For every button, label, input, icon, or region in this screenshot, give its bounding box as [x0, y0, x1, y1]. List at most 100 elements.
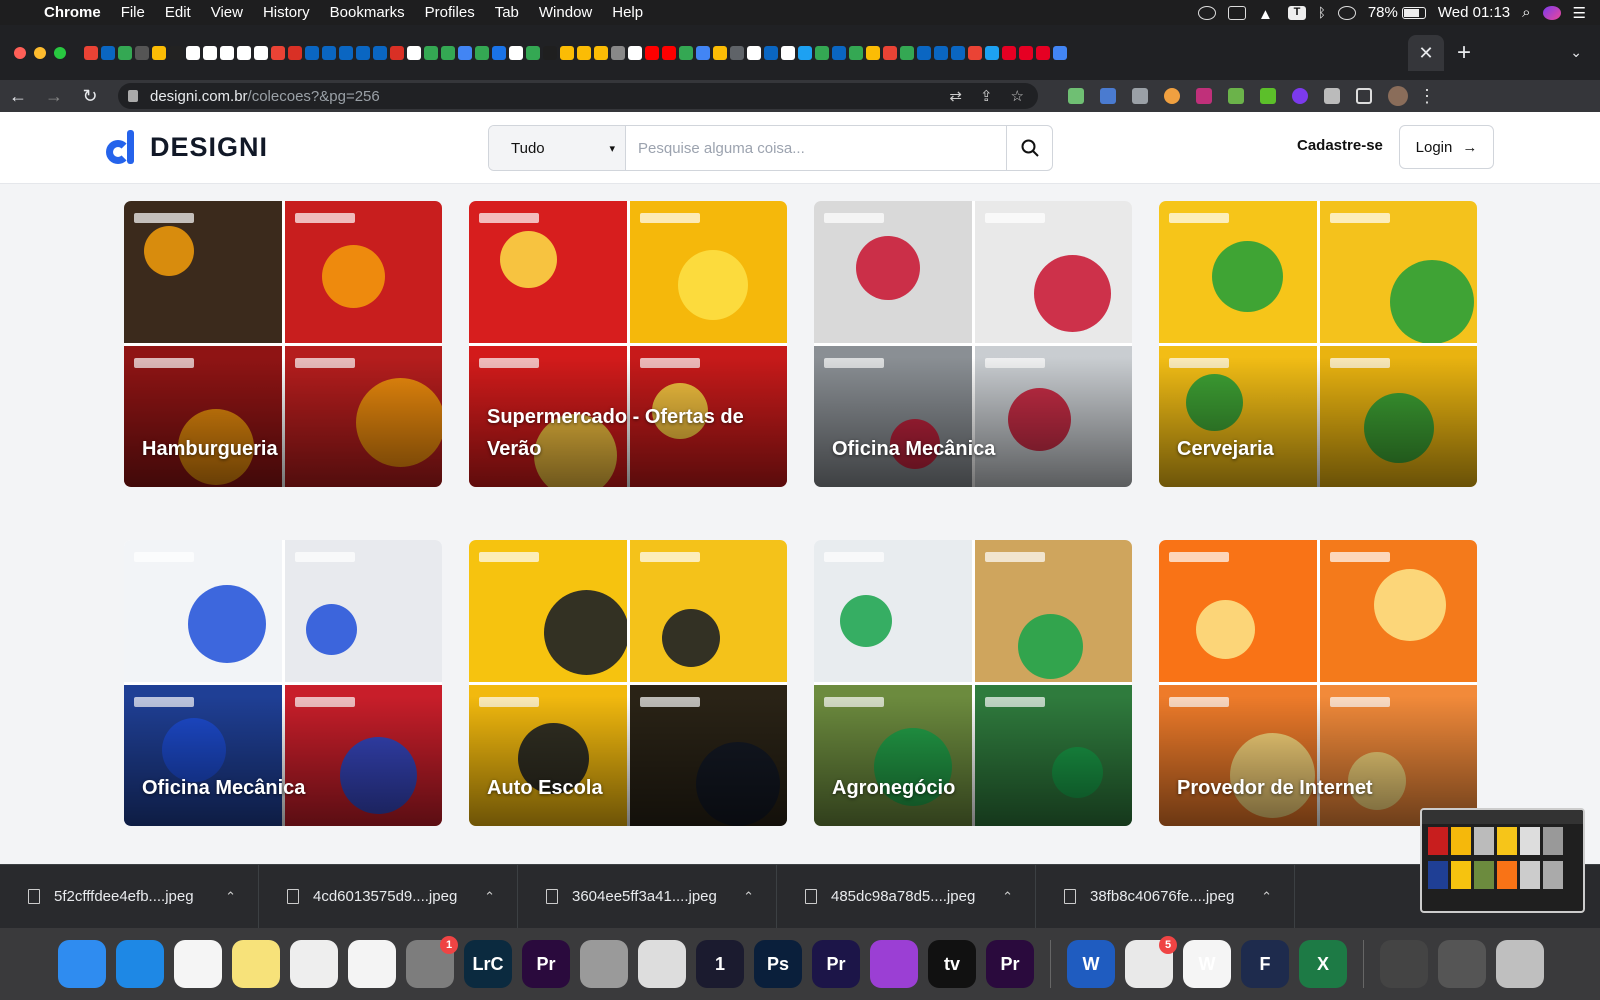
translate-icon[interactable]: ⇄	[949, 87, 962, 105]
dock-webex-icon[interactable]: W	[1183, 940, 1231, 988]
pinned-tab-favicon[interactable]	[271, 45, 285, 60]
spotlight-search-icon[interactable]: ⌕	[1522, 4, 1530, 21]
wifi-icon[interactable]	[1337, 5, 1356, 20]
extension-green-icon[interactable]	[1228, 88, 1244, 104]
pinned-tab-favicon[interactable]	[968, 45, 982, 60]
pinned-tab-favicon[interactable]	[628, 45, 642, 60]
tab-close-icon[interactable]: ✕	[1408, 34, 1444, 71]
search-category-select[interactable]: Tudo ▾	[489, 126, 626, 170]
pinned-tab-favicon[interactable]	[186, 45, 200, 60]
dock-photos-icon[interactable]	[348, 940, 396, 988]
signup-link[interactable]: Cadastre-se	[1297, 137, 1383, 154]
chevron-up-icon[interactable]: ⌃	[743, 889, 754, 905]
pinned-tab-favicon[interactable]	[1002, 45, 1016, 60]
siri-icon[interactable]	[1542, 5, 1561, 20]
pinned-tab-favicon[interactable]	[781, 45, 795, 60]
download-item[interactable]: 485dc98a78d5....jpeg ⌃	[777, 864, 1036, 929]
collection-card[interactable]: Oficina Mecânica	[814, 201, 1132, 487]
search-input[interactable]	[626, 126, 1006, 170]
pinned-tab-favicon[interactable]	[305, 45, 319, 60]
chrome-menu-icon[interactable]: ⋮	[1418, 86, 1450, 107]
tab-search-chevron-icon[interactable]: ⌄	[1570, 44, 1600, 61]
pinned-tab-favicon[interactable]	[934, 45, 948, 60]
dock-lightroom-classic-icon[interactable]: LrC	[464, 940, 512, 988]
menu-window[interactable]: Window	[529, 4, 602, 21]
dock-chrome-icon[interactable]	[174, 940, 222, 988]
pinned-tab-favicon[interactable]	[118, 45, 132, 60]
back-button[interactable]: ←	[0, 86, 36, 107]
dock-apple-tv-icon[interactable]: tv	[928, 940, 976, 988]
dock-photoshop-icon[interactable]: Ps	[754, 940, 802, 988]
chevron-up-icon[interactable]: ⌃	[484, 889, 495, 905]
designi-logo[interactable]: DESIGNI	[106, 130, 268, 164]
dock-trash-icon[interactable]	[1496, 940, 1544, 988]
extension-chart-icon[interactable]	[1100, 88, 1116, 104]
pinned-tab-favicon[interactable]	[730, 45, 744, 60]
pinned-tab-favicon[interactable]	[390, 45, 404, 60]
login-button[interactable]: Login →	[1399, 125, 1494, 169]
pinned-tab-favicon[interactable]	[84, 45, 98, 60]
extension-ring-icon[interactable]	[1292, 88, 1308, 104]
collection-card[interactable]: Oficina Mecânica	[124, 540, 442, 826]
menu-bookmarks[interactable]: Bookmarks	[320, 4, 415, 21]
chevron-up-icon[interactable]: ⌃	[1002, 889, 1013, 905]
dock-downloads-stack-icon[interactable]	[1438, 940, 1486, 988]
pinned-tab-favicon[interactable]	[492, 45, 506, 60]
extension-k-icon[interactable]	[1196, 88, 1212, 104]
forward-button[interactable]: →	[36, 86, 72, 107]
pinned-tab-favicon[interactable]	[594, 45, 608, 60]
extension-download-icon[interactable]	[1260, 88, 1276, 104]
chevron-up-icon[interactable]: ⌃	[1261, 889, 1272, 905]
download-item[interactable]: 5f2cfffdee4efb....jpeg ⌃	[0, 864, 259, 929]
pinned-tab-favicon[interactable]	[696, 45, 710, 60]
pinned-tab-favicon[interactable]	[356, 45, 370, 60]
menu-view[interactable]: View	[201, 4, 253, 21]
bookmark-star-icon[interactable]: ☆	[1011, 87, 1024, 105]
dock-notes-icon[interactable]	[232, 940, 280, 988]
dock-excel-icon[interactable]: X	[1299, 940, 1347, 988]
pinned-tab-favicon[interactable]	[679, 45, 693, 60]
dock-word-icon[interactable]: W	[1067, 940, 1115, 988]
pinned-tab-favicon[interactable]	[509, 45, 523, 60]
pinned-tab-favicon[interactable]	[866, 45, 880, 60]
collection-card[interactable]: Supermercado - Ofertas de Verão	[469, 201, 787, 487]
dock-preview-icon[interactable]	[638, 940, 686, 988]
pinned-tab-favicon[interactable]	[339, 45, 353, 60]
extension-color-icon[interactable]	[1164, 88, 1180, 104]
pinned-tab-favicon[interactable]	[917, 45, 931, 60]
minimize-window-button[interactable]	[34, 46, 46, 59]
battery-indicator[interactable]: 78%	[1368, 4, 1426, 21]
search-button[interactable]	[1006, 126, 1052, 170]
dock-finder-icon[interactable]	[58, 940, 106, 988]
collection-card[interactable]: Cervejaria	[1159, 201, 1477, 487]
bluetooth-icon[interactable]: ᛒ	[1318, 5, 1326, 20]
control-center-icon[interactable]: ☰	[1573, 4, 1586, 22]
pinned-tab-favicon[interactable]	[645, 45, 659, 60]
dock-system-preferences-icon[interactable]: 1	[406, 936, 458, 988]
dock-1password-icon[interactable]: 1	[696, 940, 744, 988]
dock-textedit-icon[interactable]	[290, 940, 338, 988]
pinned-tab-favicon[interactable]	[951, 45, 965, 60]
pinned-tab-favicon[interactable]	[713, 45, 727, 60]
zoom-window-button[interactable]	[54, 46, 66, 59]
pinned-tab-favicon[interactable]	[322, 45, 336, 60]
dock-safari-icon[interactable]	[116, 940, 164, 988]
lock-icon[interactable]	[128, 90, 138, 102]
dock-premiere-rush-icon[interactable]: Pr	[812, 940, 860, 988]
menu-tab[interactable]: Tab	[485, 4, 529, 21]
download-item[interactable]: 3604ee5ff3a41....jpeg ⌃	[518, 864, 777, 929]
pinned-tab-favicon[interactable]	[815, 45, 829, 60]
dock-no-entry-icon[interactable]	[580, 940, 628, 988]
collection-card[interactable]: Hamburgueria	[124, 201, 442, 487]
side-panel-icon[interactable]	[1356, 88, 1372, 104]
pinned-tab-favicon[interactable]	[203, 45, 217, 60]
pinned-tab-favicon[interactable]	[220, 45, 234, 60]
collection-card[interactable]: Provedor de Internet	[1159, 540, 1477, 826]
pinned-tab-favicon[interactable]	[169, 45, 183, 60]
creative-cloud-icon[interactable]	[1198, 5, 1217, 20]
pinned-tab-favicon[interactable]	[237, 45, 251, 60]
chevron-up-icon[interactable]: ⌃	[225, 889, 236, 905]
screenshot-thumbnail[interactable]	[1420, 808, 1585, 913]
menu-edit[interactable]: Edit	[155, 4, 201, 21]
address-bar[interactable]: designi.com.br/colecoes?&pg=256 ⇄ ⇪ ☆	[118, 83, 1038, 109]
